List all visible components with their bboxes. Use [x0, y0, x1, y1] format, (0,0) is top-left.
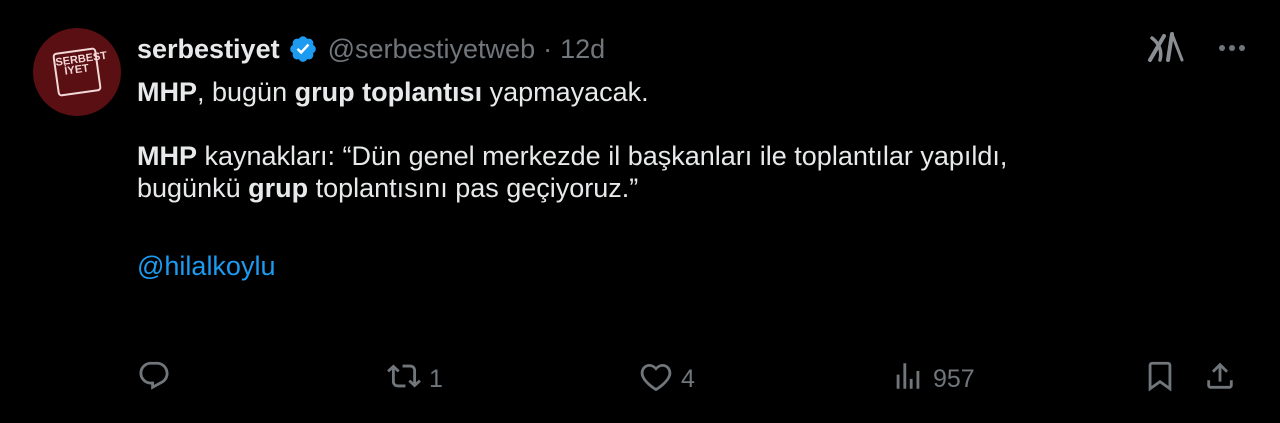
views-button[interactable]: 957: [891, 359, 975, 400]
avatar[interactable]: SERBEST İYET: [33, 28, 121, 116]
text: bugünkü: [137, 173, 249, 203]
display-name[interactable]: serbestiyet: [137, 34, 280, 65]
text: yapmayacak.: [482, 77, 649, 107]
timestamp[interactable]: 12d: [560, 34, 605, 65]
bold-text: grup toplantısı: [294, 77, 483, 107]
share-icon: [1203, 359, 1237, 400]
avatar-logo: SERBEST İYET: [52, 47, 108, 97]
bold-text: grup: [248, 173, 309, 203]
bookmark-button[interactable]: [1143, 359, 1177, 400]
top-actions: [1146, 30, 1250, 66]
verified-badge-icon[interactable]: [288, 34, 318, 64]
separator: ·: [543, 33, 553, 64]
reply-icon: [137, 359, 171, 400]
views-count: 957: [933, 364, 975, 393]
retweet-button[interactable]: 1: [387, 359, 443, 400]
grok-icon[interactable]: [1146, 30, 1186, 66]
tweet-text: MHP, bugün grup toplantısı yapmayacak. M…: [137, 76, 1250, 282]
mention-link[interactable]: @hilalkoylu: [137, 250, 1250, 282]
like-button[interactable]: 4: [639, 359, 695, 400]
reply-button[interactable]: [137, 359, 179, 400]
text: kaynakları: “Dün genel merkezde il başka…: [197, 141, 1008, 171]
tweet-line-1: MHP, bugün grup toplantısı yapmayacak.: [137, 76, 1250, 108]
share-button[interactable]: [1203, 359, 1237, 400]
handle[interactable]: @serbestiyetweb: [328, 34, 536, 65]
bold-text: MHP: [137, 77, 197, 107]
tweet-header: serbestiyet @serbestiyetweb · 12d: [137, 26, 1250, 72]
like-icon: [639, 359, 673, 400]
views-icon: [891, 359, 925, 400]
more-icon[interactable]: [1214, 30, 1250, 66]
tweet-line-2: MHP kaynakları: “Dün genel merkezde il b…: [137, 140, 1250, 172]
text: toplantısını pas geçiyoruz.”: [308, 173, 639, 203]
text: , bugün: [197, 77, 295, 107]
bookmark-icon: [1143, 359, 1177, 400]
tweet-content: serbestiyet @serbestiyetweb · 12d MHP, b…: [137, 26, 1250, 282]
tweet-line-3: bugünkü grup toplantısını pas geçiyoruz.…: [137, 172, 1250, 204]
tweet[interactable]: SERBEST İYET serbestiyet @serbestiyetweb…: [0, 0, 1280, 423]
retweet-count: 1: [429, 364, 443, 393]
like-count: 4: [681, 364, 695, 393]
action-bar: 1 4 957: [137, 357, 1250, 401]
retweet-icon: [387, 359, 421, 400]
bold-text: MHP: [137, 141, 197, 171]
